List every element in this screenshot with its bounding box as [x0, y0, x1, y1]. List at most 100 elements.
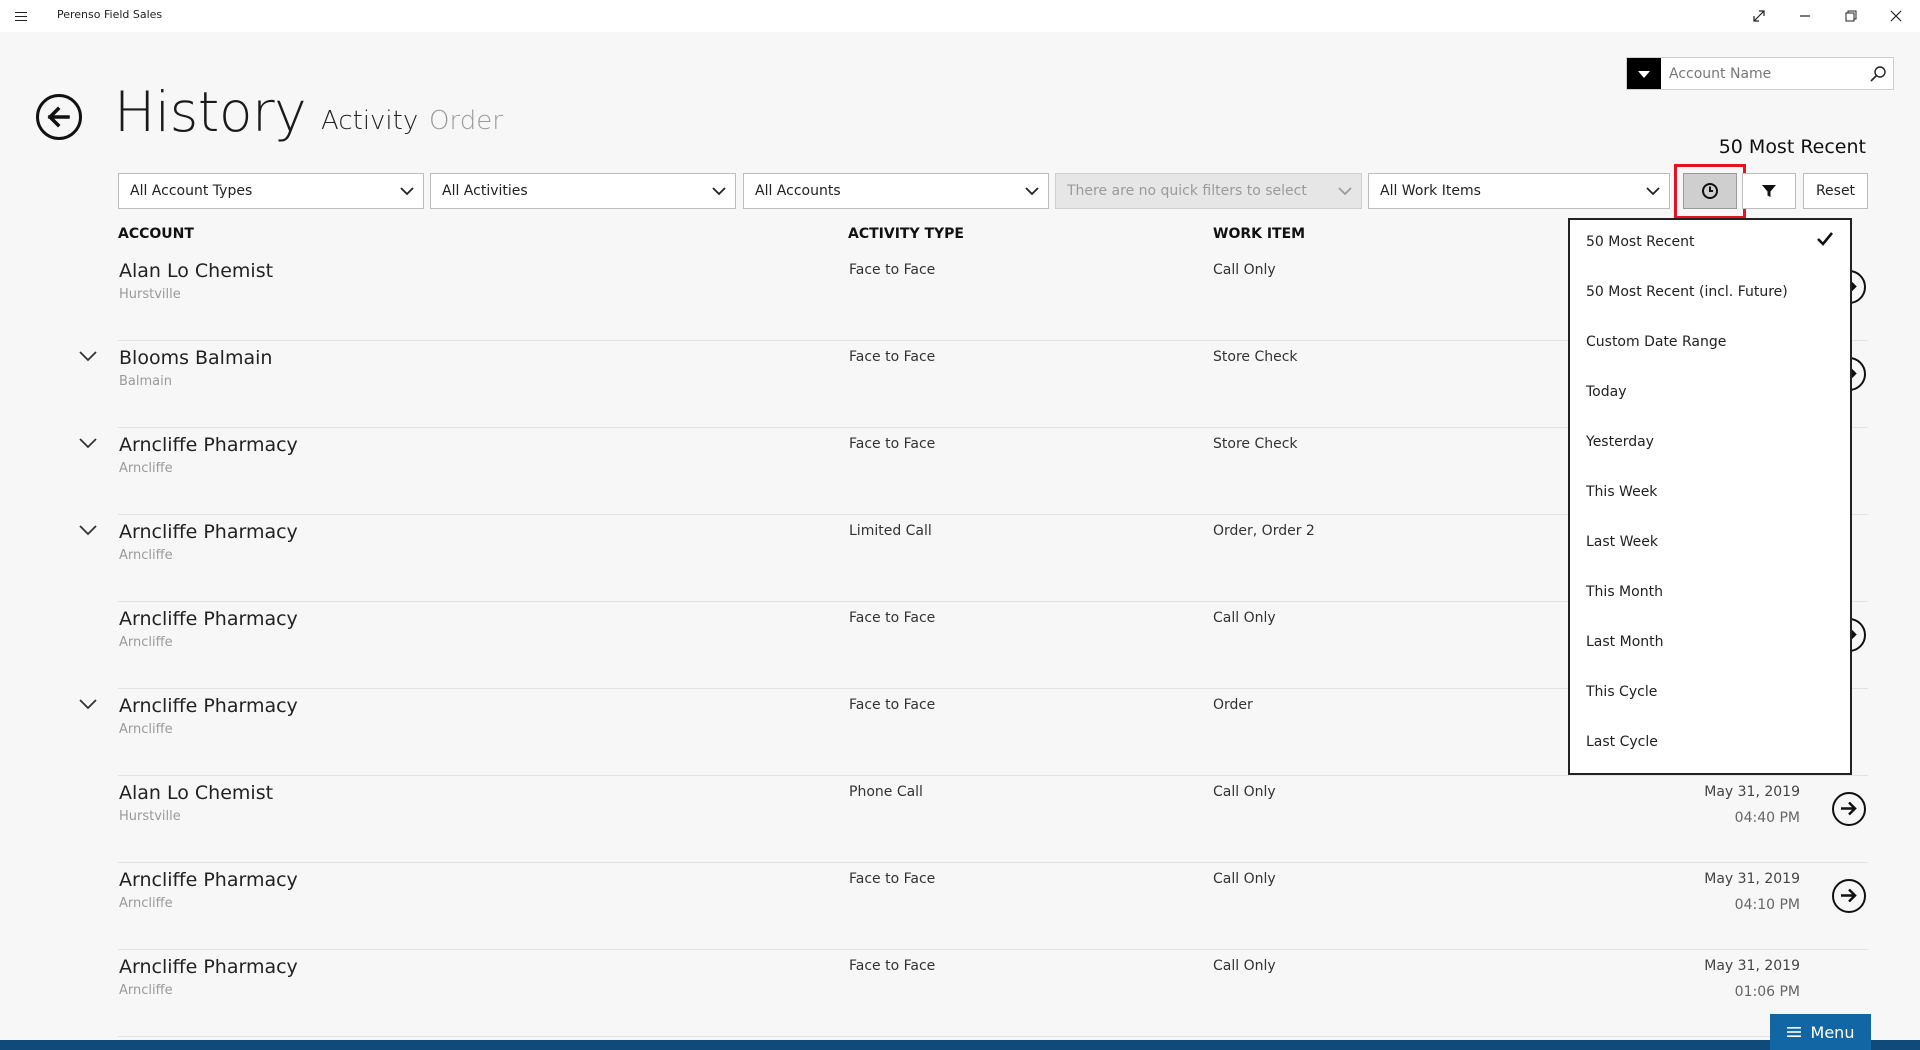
work-item: Order: [1213, 697, 1253, 713]
clock-icon: [1702, 183, 1718, 199]
date-range-option[interactable]: This Month: [1586, 584, 1663, 600]
work-item: Call Only: [1213, 262, 1276, 278]
account-name: Arncliffe Pharmacy: [119, 521, 298, 543]
date-range-option[interactable]: Last Month: [1586, 634, 1664, 650]
table-row[interactable]: Arncliffe Pharmacy Arncliffe Face to Face C…: [0, 863, 1920, 950]
work-items-value: All Work Items: [1380, 183, 1481, 199]
date-range-label: 50 Most Recent: [1718, 136, 1866, 158]
account-name: Blooms Balmain: [119, 347, 273, 369]
account-types-filter[interactable]: All Account Types: [118, 173, 424, 209]
quick-filters-select: There are no quick filters to select: [1055, 173, 1362, 209]
date-range-menu: 50 Most Recent 50 Most Recent (incl. Futu…: [1568, 218, 1852, 775]
filter-button[interactable]: [1742, 173, 1796, 209]
bottom-app-bar: [0, 1040, 1920, 1050]
account-types-value: All Account Types: [130, 183, 253, 199]
reset-button[interactable]: Reset: [1803, 173, 1868, 209]
date-range-button[interactable]: [1683, 173, 1737, 209]
activity-time: 04:40 PM: [1734, 810, 1800, 826]
minimize-icon[interactable]: [1783, 0, 1827, 32]
work-item: Order, Order 2: [1213, 523, 1315, 539]
date-range-option[interactable]: This Week: [1586, 484, 1657, 500]
quick-filters-value: There are no quick filters to select: [1067, 183, 1307, 199]
activities-filter[interactable]: All Activities: [430, 173, 736, 209]
account-name: Arncliffe Pharmacy: [119, 869, 298, 891]
menu-button[interactable]: Menu: [1770, 1014, 1871, 1050]
column-header-activity-type[interactable]: ACTIVITY TYPE: [848, 226, 964, 242]
activity-type: Phone Call: [849, 784, 923, 800]
fullscreen-icon[interactable]: [1737, 0, 1781, 32]
chevron-down-icon[interactable]: [78, 523, 98, 537]
back-button[interactable]: [36, 94, 82, 140]
page-title: History: [114, 80, 307, 144]
activity-time: 04:10 PM: [1734, 897, 1800, 913]
activity-date: May 31, 2019: [1704, 958, 1800, 974]
chevron-down-icon[interactable]: [78, 436, 98, 450]
date-range-option[interactable]: 50 Most Recent (incl. Future): [1586, 284, 1788, 300]
checkmark-icon: [1817, 232, 1834, 246]
tab-activity[interactable]: Activity: [321, 106, 418, 136]
chevron-down-icon: [1646, 187, 1660, 196]
open-activity-button[interactable]: [1832, 879, 1866, 913]
date-range-option[interactable]: This Cycle: [1586, 684, 1657, 700]
account-location: Balmain: [119, 374, 172, 389]
arrow-right-icon: [1841, 801, 1857, 816]
chevron-down-icon: [712, 187, 726, 196]
menu-label: Menu: [1810, 1022, 1855, 1042]
date-range-option[interactable]: 50 Most Recent: [1586, 234, 1695, 250]
table-row[interactable]: Arncliffe Pharmacy Arncliffe Face to Face C…: [0, 950, 1920, 1037]
activity-type: Limited Call: [849, 523, 932, 539]
activity-date: May 31, 2019: [1704, 784, 1800, 800]
account-location: Hurstville: [119, 809, 181, 824]
account-name: Arncliffe Pharmacy: [119, 956, 298, 978]
date-range-option[interactable]: Today: [1586, 384, 1627, 400]
account-location: Hurstville: [119, 287, 181, 302]
work-items-filter[interactable]: All Work Items: [1368, 173, 1670, 209]
chevron-down-icon: [400, 187, 414, 196]
activity-type: Face to Face: [849, 697, 936, 713]
work-item: Call Only: [1213, 610, 1276, 626]
hamburger-menu-icon[interactable]: [12, 6, 34, 26]
account-name: Arncliffe Pharmacy: [119, 608, 298, 630]
account-location: Arncliffe: [119, 896, 173, 911]
activity-type: Face to Face: [849, 610, 936, 626]
activity-type: Face to Face: [849, 871, 936, 887]
app-title: Perenso Field Sales: [57, 8, 163, 21]
chevron-down-icon[interactable]: [78, 349, 98, 363]
search-scope-dropdown[interactable]: [1627, 58, 1661, 89]
open-activity-button[interactable]: [1832, 792, 1866, 826]
activity-type: Face to Face: [849, 349, 936, 365]
column-header-account[interactable]: ACCOUNT: [118, 226, 194, 242]
work-item: Store Check: [1213, 349, 1298, 365]
work-item: Call Only: [1213, 871, 1276, 887]
activity-type: Face to Face: [849, 436, 936, 452]
activity-type: Face to Face: [849, 958, 936, 974]
hamburger-icon: [1786, 1027, 1801, 1037]
search-icon[interactable]: [1869, 65, 1887, 83]
account-location: Arncliffe: [119, 722, 173, 737]
accounts-value: All Accounts: [755, 183, 841, 199]
close-icon[interactable]: [1874, 0, 1918, 32]
tab-order[interactable]: Order: [429, 106, 503, 136]
account-location: Arncliffe: [119, 983, 173, 998]
arrow-right-icon: [1841, 888, 1857, 903]
search-input[interactable]: [1669, 58, 1859, 89]
account-name: Alan Lo Chemist: [119, 260, 274, 282]
date-range-option[interactable]: Last Week: [1586, 534, 1658, 550]
account-location: Arncliffe: [119, 635, 173, 650]
work-item: Call Only: [1213, 958, 1276, 974]
column-header-work-item[interactable]: WORK ITEM: [1213, 226, 1305, 242]
date-range-option[interactable]: Custom Date Range: [1586, 334, 1726, 350]
date-range-option[interactable]: Last Cycle: [1586, 734, 1658, 750]
work-item: Store Check: [1213, 436, 1298, 452]
work-item: Call Only: [1213, 784, 1276, 800]
funnel-icon: [1762, 185, 1776, 197]
chevron-down-icon: [1025, 187, 1039, 196]
accounts-filter[interactable]: All Accounts: [743, 173, 1049, 209]
restore-icon[interactable]: [1829, 0, 1873, 32]
row-divider: [118, 1036, 1868, 1037]
table-row[interactable]: Alan Lo Chemist Hurstville Phone Call Call …: [0, 776, 1920, 863]
activity-type: Face to Face: [849, 262, 936, 278]
date-range-option[interactable]: Yesterday: [1586, 434, 1654, 450]
title-bar: Perenso Field Sales: [0, 0, 1920, 32]
chevron-down-icon[interactable]: [78, 697, 98, 711]
